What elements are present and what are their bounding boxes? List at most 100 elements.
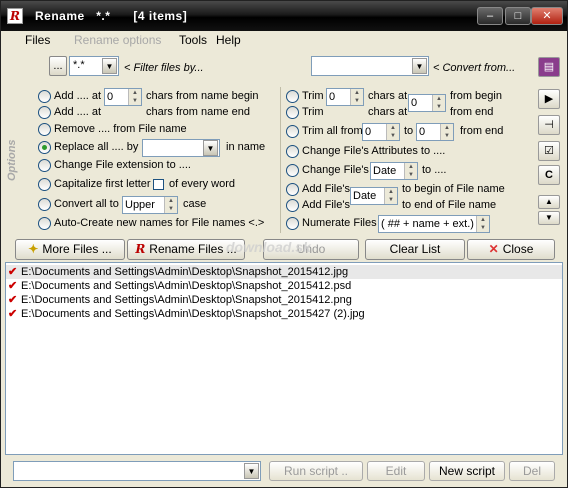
run-script-button[interactable]: Run script .. [269, 461, 363, 481]
up-icon[interactable]: ▲ [538, 195, 560, 209]
edit-button[interactable]: Edit [367, 461, 425, 481]
chevron-down-icon[interactable]: ▼ [203, 140, 218, 156]
replace-by-combo[interactable]: ▼ [142, 139, 220, 157]
every-word-checkbox[interactable] [153, 179, 164, 190]
spin-arrows-icon[interactable]: ▲ ▼ [476, 216, 489, 232]
file-mask-combo[interactable]: *.* ▼ [69, 56, 119, 76]
close-window-button[interactable]: ✕ [531, 7, 563, 25]
trim-all-to-spinner[interactable]: 0 ▲ ▼ [416, 123, 454, 141]
radio-trim-begin[interactable] [286, 90, 299, 103]
browse-dots-button[interactable]: ... [49, 56, 67, 76]
spin-arrows-icon[interactable]: ▲ ▼ [404, 163, 417, 179]
convert-from-combo[interactable]: ▼ [311, 56, 429, 76]
spin-arrows-icon[interactable]: ▲ ▼ [386, 124, 399, 140]
radio-remove[interactable] [38, 123, 51, 136]
menu-files[interactable]: Files [25, 33, 50, 47]
add-begin-suffix: chars from name begin [146, 90, 259, 102]
radio-add-end[interactable] [38, 106, 51, 119]
chevron-down-icon[interactable]: ▼ [102, 58, 117, 74]
trim-all-label: Trim all from [302, 125, 363, 137]
add-begin-spinner[interactable]: 0 ▲ ▼ [104, 88, 142, 106]
file-path: E:\Documents and Settings\Admin\Desktop\… [21, 266, 349, 278]
checkmark-icon[interactable]: ✔ [8, 279, 17, 293]
add-files-combo[interactable]: Date ▲ ▼ [350, 187, 398, 205]
radio-add-begin[interactable] [38, 90, 51, 103]
rename-r-icon: R [135, 242, 146, 256]
file-list-item[interactable]: ✔ E:\Documents and Settings\Admin\Deskto… [6, 293, 562, 307]
checkmark-icon[interactable]: ✔ [8, 293, 17, 307]
spin-arrows-icon[interactable]: ▲ ▼ [164, 197, 177, 213]
radio-change-attrs[interactable] [286, 145, 299, 158]
numerate-pattern-combo[interactable]: ( ## + name + ext.) ▲ ▼ [378, 215, 490, 233]
trim-all-from-value: 0 [365, 126, 372, 138]
radio-trim-end[interactable] [286, 106, 299, 119]
radio-numerate[interactable] [286, 217, 299, 230]
radio-change-files[interactable] [286, 164, 299, 177]
case-combo[interactable]: Upper ▲ ▼ [122, 196, 178, 214]
trim-end-label: Trim [302, 106, 324, 118]
trim-begin-suffix: from begin [450, 90, 502, 102]
menu-tools[interactable]: Tools [179, 33, 207, 47]
chevron-down-icon[interactable]: ▼ [412, 58, 427, 74]
rename-app-icon[interactable]: R [7, 8, 23, 24]
every-word-label: of every word [169, 178, 236, 190]
trim-begin-spinner[interactable]: 0 ▲ ▼ [326, 88, 364, 106]
play-icon[interactable]: ▶ [538, 89, 560, 109]
trim-end-mid: chars at [368, 106, 408, 118]
trim-all-to-value: 0 [419, 126, 426, 138]
menu-help[interactable]: Help [216, 33, 241, 47]
file-list[interactable]: ✔ E:\Documents and Settings\Admin\Deskto… [5, 262, 563, 455]
change-files-suffix: to .... [422, 164, 447, 176]
window-title: Rename *.* [4 items] [35, 9, 188, 23]
spin-arrows-icon[interactable]: ▲ ▼ [384, 188, 397, 204]
trim-end-spinner[interactable]: 0 ▲ ▼ [408, 94, 446, 112]
add-files-value: Date [353, 190, 377, 202]
spin-arrows-icon[interactable]: ▲ ▼ [440, 124, 453, 140]
radio-replace[interactable] [38, 141, 51, 154]
check-icon[interactable]: ☑ [538, 141, 560, 161]
radio-change-ext[interactable] [38, 159, 51, 172]
radio-capitalize[interactable] [38, 178, 51, 191]
radio-auto-create[interactable] [38, 217, 51, 230]
capitalize-label: Capitalize first letter [54, 178, 151, 190]
menu-rename-options[interactable]: Rename options [74, 33, 161, 47]
close-button[interactable]: ✕ Close [467, 239, 555, 260]
file-list-item[interactable]: ✔ E:\Documents and Settings\Admin\Deskto… [6, 279, 562, 293]
add-begin-label: Add .... at [54, 90, 102, 102]
file-list-item[interactable]: ✔ E:\Documents and Settings\Admin\Deskto… [6, 307, 562, 321]
checkmark-icon[interactable]: ✔ [8, 265, 17, 279]
title-bar[interactable]: R Rename *.* [4 items] – □ ✕ [1, 1, 567, 31]
delete-script-button[interactable]: Del [509, 461, 555, 481]
spin-arrows-icon[interactable]: ▲ ▼ [432, 95, 445, 111]
numerate-label: Numerate Files [302, 217, 377, 229]
replace-label: Replace all .... by [54, 141, 139, 153]
file-list-item[interactable]: ✔ E:\Documents and Settings\Admin\Deskto… [6, 265, 562, 279]
clear-list-button[interactable]: Clear List [365, 239, 465, 260]
trim-begin-mid: chars at [368, 90, 408, 102]
auto-create-label: Auto-Create new names for File names <.> [54, 217, 265, 229]
trim-all-to-label: to [404, 125, 414, 137]
radio-add-files-end[interactable] [286, 199, 299, 212]
script-combo[interactable]: ▼ [13, 461, 261, 481]
add-files-end-label: Add File's [302, 199, 350, 211]
watermark-logo: download.sk [226, 239, 311, 255]
book-icon[interactable]: ▤ [538, 57, 560, 77]
new-script-button[interactable]: New script [429, 461, 505, 481]
maximize-button[interactable]: □ [505, 7, 531, 25]
pin-icon[interactable]: ⊣ [538, 115, 560, 135]
more-files-button[interactable]: ✦ More Files ... [15, 239, 125, 260]
radio-add-files-begin[interactable] [286, 183, 299, 196]
radio-convert[interactable] [38, 198, 51, 211]
convert-suffix: case [183, 198, 207, 210]
change-files-combo[interactable]: Date ▲ ▼ [370, 162, 418, 180]
radio-trim-all[interactable] [286, 125, 299, 138]
spin-arrows-icon[interactable]: ▲ ▼ [128, 89, 141, 105]
spin-arrows-icon[interactable]: ▲ ▼ [350, 89, 363, 105]
checkmark-icon[interactable]: ✔ [8, 307, 17, 321]
chevron-down-icon[interactable]: ▼ [244, 463, 259, 479]
c-icon[interactable]: C [538, 165, 560, 185]
trim-all-from-spinner[interactable]: 0 ▲ ▼ [362, 123, 400, 141]
trim-end-suffix: from end [450, 106, 494, 118]
minimize-button[interactable]: – [477, 7, 503, 25]
down-icon[interactable]: ▼ [538, 211, 560, 225]
